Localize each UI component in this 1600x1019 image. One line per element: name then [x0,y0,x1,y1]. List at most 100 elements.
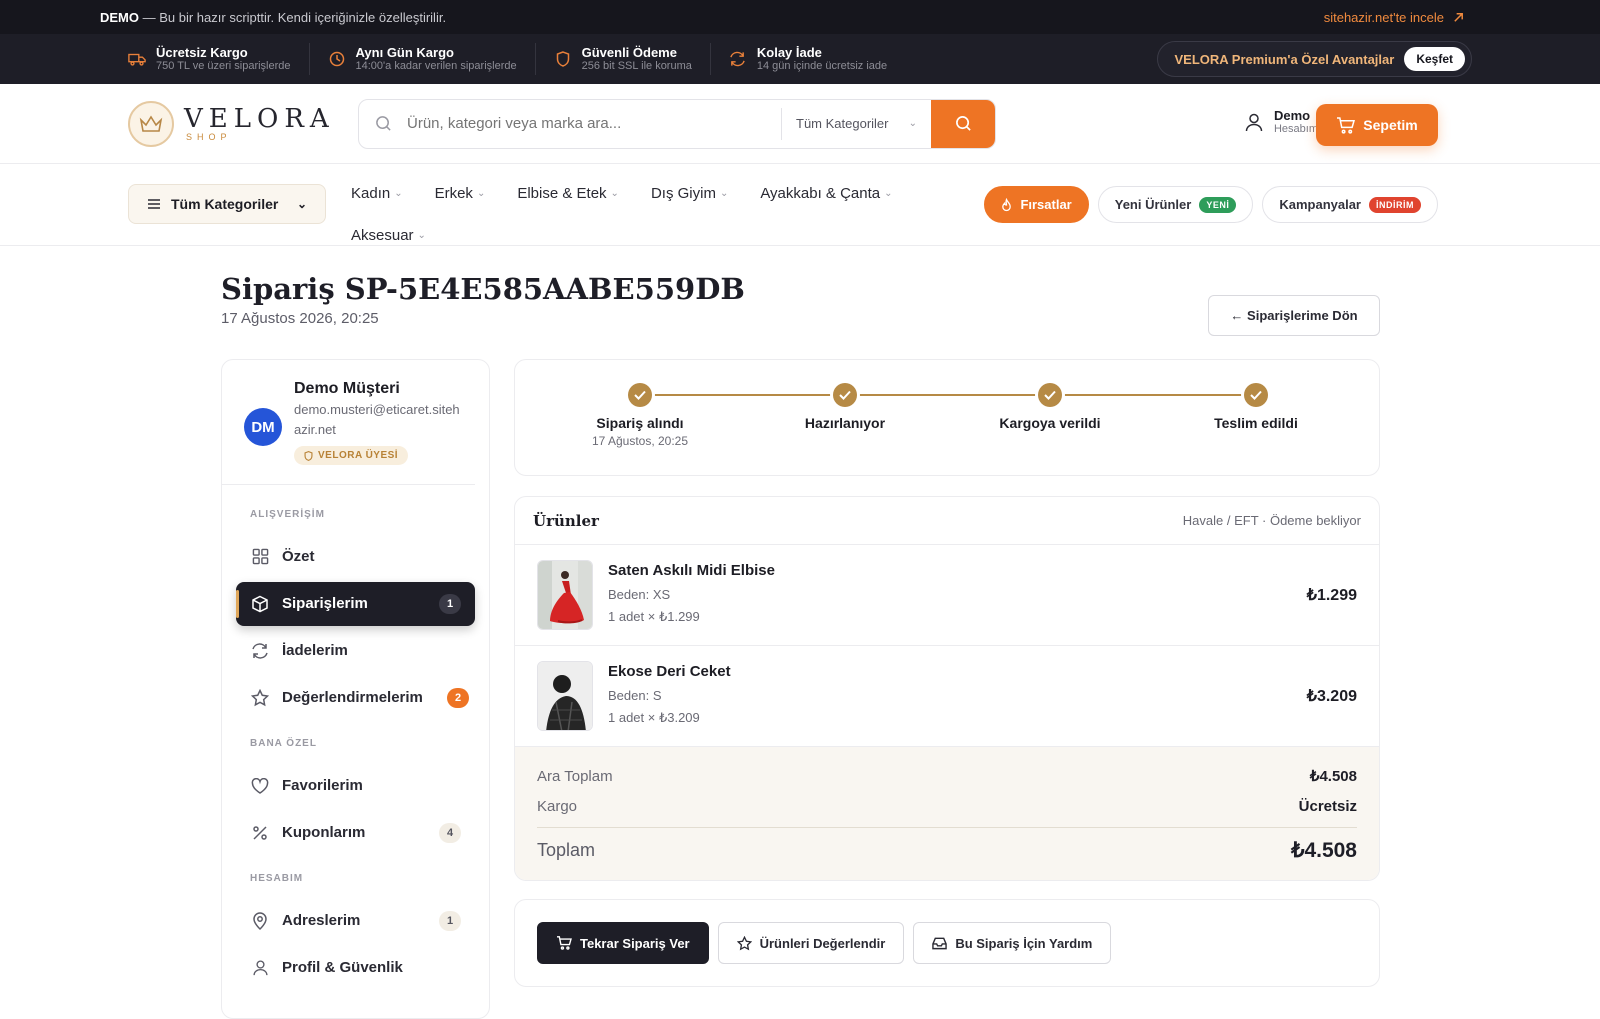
menu-icon [148,199,160,209]
heart-icon [250,776,270,796]
logo[interactable]: VELORA SHOP [128,100,358,147]
new-products-button[interactable]: Yeni Ürünler YENİ [1097,186,1254,223]
category-links: Kadın ⌄ Erkek ⌄ Elbise & Etek ⌄ Dış Giyim ⌄ … [351,172,941,256]
sidebar-item-favorites[interactable]: Favorilerim [236,764,475,808]
nav-link-dis-giyim[interactable]: Dış Giyim ⌄ [651,172,728,214]
nav-link-label: Elbise & Etek [517,184,607,202]
user-icon [250,958,270,978]
product-row[interactable]: Saten Askılı Midi Elbise Beden: XS 1 ade… [515,545,1379,646]
account-sidebar: DM Demo Müşteri demo.musteri@eticaret.si… [221,359,490,1019]
cart-icon [557,936,572,950]
back-to-orders-button[interactable]: ← Siparişlerime Dön [1208,295,1380,336]
premium-discover-button[interactable]: Keşfet [1404,47,1465,71]
section-title: BANA ÖZEL [250,737,317,749]
flame-icon [1002,197,1012,211]
product-quantity: 1 adet × ₺1.299 [608,609,700,624]
account-subtitle: Hesabım [1273,123,1318,135]
product-row[interactable]: Ekose Deri Ceket Beden: S 1 adet × ₺3.20… [515,646,1379,747]
premium-banner: VELORA Premium'a Özel Avantajlar Keşfet [1157,41,1472,77]
subtotal-row: Ara Toplam ₺4.508 [537,761,1357,791]
box-icon [250,594,270,614]
chevron-down-icon: ⌄ [719,187,729,199]
cart-button[interactable]: Sepetim [1316,104,1438,146]
order-totals: Ara Toplam ₺4.508 Kargo Ücretsiz Toplam ₺4.… [515,747,1379,880]
chevron-down-icon: ⌄ [908,118,917,129]
deals-button[interactable]: Fırsatlar [984,186,1089,223]
grid-icon [250,547,270,567]
sidebar-item-label: Profil & Güvenlik [282,959,403,976]
sidebar-item-profile-security[interactable]: Profil & Güvenlik [236,946,475,990]
new-badge: YENİ [1199,196,1237,213]
nav-link-label: Kadın [351,184,391,202]
product-price: ₺1.299 [1306,587,1357,604]
profile-card: DM Demo Müşteri demo.musteri@eticaret.si… [222,360,475,485]
avatar: DM [244,408,282,446]
product-price: ₺3.209 [1306,688,1357,705]
demo-bar: DEMO — Bu bir hazır scripttir. Kendi içe… [0,0,1600,34]
premium-text: VELORA Premium'a Özel Avantajlar [1174,51,1395,67]
profile-name: Demo Müşteri [294,380,400,397]
discount-badge: İNDİRİM [1369,196,1421,213]
sidebar-item-coupons[interactable]: Kuponlarım 4 [236,811,475,855]
nav-link-erkek[interactable]: Erkek ⌄ [435,172,486,214]
demo-link[interactable]: sitehazir.net'te incele [1324,10,1465,25]
shield-icon [554,50,572,68]
account-link[interactable]: Demo Hesabım [1244,108,1318,136]
cart-icon [1337,116,1356,134]
demo-text: — Bu bir hazır scripttir. Kendi içeriğin… [142,9,447,25]
addresses-count-badge: 1 [439,910,461,931]
account-name: Demo [1273,108,1311,123]
subtotal-value: ₺4.508 [1309,768,1357,785]
step-received: Sipariş alındı 17 Ağustos, 20:25 [550,383,730,448]
total-value: ₺4.508 [1291,839,1357,862]
feature-title: Kolay İade [756,45,822,60]
product-name: Saten Askılı Midi Elbise [608,562,775,579]
shield-icon [304,450,313,461]
demo-link-label: sitehazir.net'te incele [1323,9,1444,25]
all-categories-label: Tüm Kategoriler [171,196,279,212]
review-products-label: Ürünleri Değerlendir [759,935,886,951]
order-help-button[interactable]: Bu Sipariş İçin Yardım [913,922,1112,964]
total-row: Toplam ₺4.508 [537,827,1357,873]
sidebar-item-summary[interactable]: Özet [236,535,475,579]
all-categories-button[interactable]: Tüm Kategoriler ⌄ [128,184,326,224]
feature-subtitle: 14 gün içinde ücretsiz iade [756,60,888,72]
nav-link-ayakkabi-canta[interactable]: Ayakkabı & Çanta ⌄ [760,172,892,214]
chevron-down-icon: ⌄ [417,229,426,241]
section-title: ALIŞVERİŞİM [250,508,325,520]
sidebar-item-returns[interactable]: İadelerim [236,629,475,673]
search-input[interactable] [407,99,781,148]
sidebar-item-addresses[interactable]: Adreslerim 1 [236,899,475,943]
check-icon [628,383,652,407]
section-title: HESABIM [250,872,304,884]
product-image [537,661,593,731]
shipping-label: Kargo [537,797,578,815]
sidebar-item-reviews[interactable]: Değerlendirmelerim 2 [236,676,475,720]
search-category-select[interactable]: Tüm Kategoriler ⌄ [781,107,931,140]
search-button[interactable] [931,99,995,148]
feature-easy-return: Kolay İade 14 gün içinde ücretsiz iade [711,43,905,75]
shipping-value: Ücretsiz [1298,797,1357,815]
cart-label: Sepetim [1363,117,1418,133]
feature-title: Ücretsiz Kargo [156,45,248,60]
shipping-row: Kargo Ücretsiz [537,791,1357,821]
campaigns-button[interactable]: Kampanyalar İNDİRİM [1262,186,1438,223]
review-products-button[interactable]: Ürünleri Değerlendir [717,922,905,964]
new-products-label: Yeni Ürünler [1114,197,1192,212]
order-actions: Tekrar Sipariş Ver Ürünleri Değerlendir … [514,899,1380,987]
check-icon [1244,383,1268,407]
chevron-down-icon: ⌄ [884,187,893,199]
nav-link-elbise-etek[interactable]: Elbise & Etek ⌄ [517,172,619,214]
product-size: Beden: XS [608,587,671,602]
sidebar-item-label: Değerlendirmelerim [282,689,423,706]
sidebar-item-orders[interactable]: Siparişlerim 1 [236,581,475,626]
product-size: Beden: S [608,688,662,703]
nav-link-aksesuar[interactable]: Aksesuar ⌄ [351,214,426,256]
feature-bar: Ücretsiz Kargo 750 TL ve üzeri siparişler… [0,34,1600,84]
inbox-icon [932,937,948,950]
truck-icon [128,50,146,68]
nav-link-kadin[interactable]: Kadın ⌄ [351,172,403,214]
star-icon [250,688,270,708]
reviews-count-badge: 2 [447,687,469,708]
reorder-button[interactable]: Tekrar Sipariş Ver [537,922,709,964]
